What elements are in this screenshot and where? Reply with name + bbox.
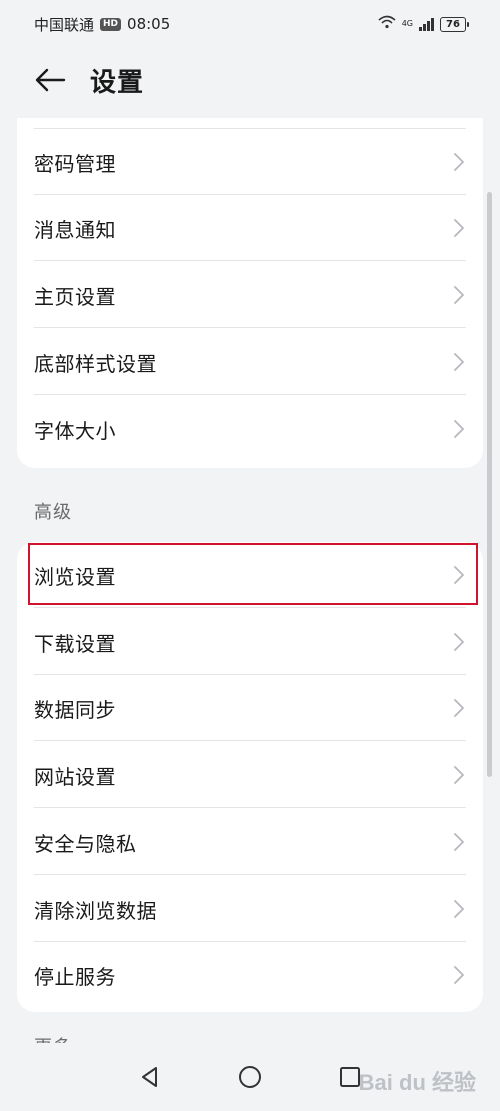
divider — [34, 260, 466, 261]
chevron-right-icon — [453, 632, 465, 652]
nav-home-icon[interactable] — [230, 1057, 270, 1097]
list-item-data-sync[interactable]: 数据同步 — [17, 675, 483, 741]
nav-back-icon[interactable] — [130, 1057, 170, 1097]
scrollbar[interactable] — [487, 192, 492, 777]
signal-icon — [419, 17, 434, 31]
chevron-right-icon — [453, 965, 465, 985]
section-title-advanced: 高级 — [34, 502, 72, 523]
list-item-message-notification[interactable]: 消息通知 — [17, 195, 483, 261]
battery-icon: 76 — [440, 16, 469, 32]
list-item-label: 密码管理 — [34, 151, 116, 176]
battery-level: 76 — [446, 18, 460, 30]
list-item-stop-service[interactable]: 停止服务 — [17, 942, 483, 1008]
list-item-font-size[interactable]: 字体大小 — [17, 396, 483, 462]
general-settings-card: 密码管理 消息通知 主页设置 底部样式设置 字体大小 — [17, 118, 483, 468]
chevron-right-icon — [453, 285, 465, 305]
list-item-bottom-style-settings[interactable]: 底部样式设置 — [17, 329, 483, 395]
list-item-security-privacy[interactable]: 安全与隐私 — [17, 809, 483, 875]
list-item-label: 网站设置 — [34, 764, 116, 789]
chevron-right-icon — [453, 152, 465, 172]
status-bar: 中国联通 HD 08:05 4G 76 — [0, 0, 500, 48]
hd-badge: HD — [100, 17, 122, 31]
status-right: 4G 76 — [378, 15, 469, 33]
watermark: Bai du 经验 — [358, 1070, 476, 1095]
back-arrow-icon[interactable] — [30, 60, 70, 100]
chevron-right-icon — [453, 765, 465, 785]
advanced-settings-card: 浏览设置 下载设置 数据同步 网站设置 安全与隐私 清除浏览数据 停止服务 — [17, 542, 483, 1012]
list-item-partial — [17, 118, 483, 129]
list-item-password-management[interactable]: 密码管理 — [17, 129, 483, 195]
list-item-label: 清除浏览数据 — [34, 898, 157, 923]
divider — [34, 740, 466, 741]
list-item-download-settings[interactable]: 下载设置 — [17, 609, 483, 675]
carrier-label: 中国联通 — [34, 15, 95, 34]
list-item-label: 底部样式设置 — [34, 351, 157, 376]
chevron-right-icon — [453, 832, 465, 852]
app-header: 设置 — [0, 52, 500, 108]
list-item-website-settings[interactable]: 网站设置 — [17, 742, 483, 808]
divider — [34, 807, 466, 808]
chevron-right-icon — [453, 352, 465, 372]
list-item-browsing-settings[interactable]: 浏览设置 — [17, 542, 483, 608]
list-item-label: 主页设置 — [34, 284, 116, 309]
clock: 08:05 — [127, 15, 171, 33]
wifi-icon — [378, 15, 396, 33]
network-type: 4G — [401, 19, 413, 28]
list-item-clear-browsing-data[interactable]: 清除浏览数据 — [17, 876, 483, 942]
settings-list[interactable]: 密码管理 消息通知 主页设置 底部样式设置 字体大小 高级 浏览设置 下载设置 … — [0, 118, 500, 1043]
divider — [34, 327, 466, 328]
chevron-right-icon — [453, 565, 465, 585]
settings-screen: 中国联通 HD 08:05 4G 76 设置 密码管理 消息通知 主页设置 底部… — [0, 0, 500, 1111]
list-item-label: 停止服务 — [34, 964, 116, 989]
list-item-label: 浏览设置 — [34, 564, 116, 589]
chevron-right-icon — [453, 899, 465, 919]
list-item-homepage-settings[interactable]: 主页设置 — [17, 262, 483, 328]
list-item-label: 字体大小 — [34, 418, 116, 443]
section-title-more: 更多 — [34, 1033, 72, 1043]
list-item-label: 安全与隐私 — [34, 831, 137, 856]
divider — [34, 874, 466, 875]
divider — [34, 394, 466, 395]
page-title: 设置 — [90, 67, 145, 98]
list-item-label: 消息通知 — [34, 217, 116, 242]
list-item-label: 下载设置 — [34, 631, 116, 656]
chevron-right-icon — [453, 218, 465, 238]
chevron-right-icon — [453, 419, 465, 439]
divider — [34, 607, 466, 608]
chevron-right-icon — [453, 698, 465, 718]
list-item-label: 数据同步 — [34, 697, 116, 722]
status-left: 中国联通 HD 08:05 — [34, 14, 170, 35]
